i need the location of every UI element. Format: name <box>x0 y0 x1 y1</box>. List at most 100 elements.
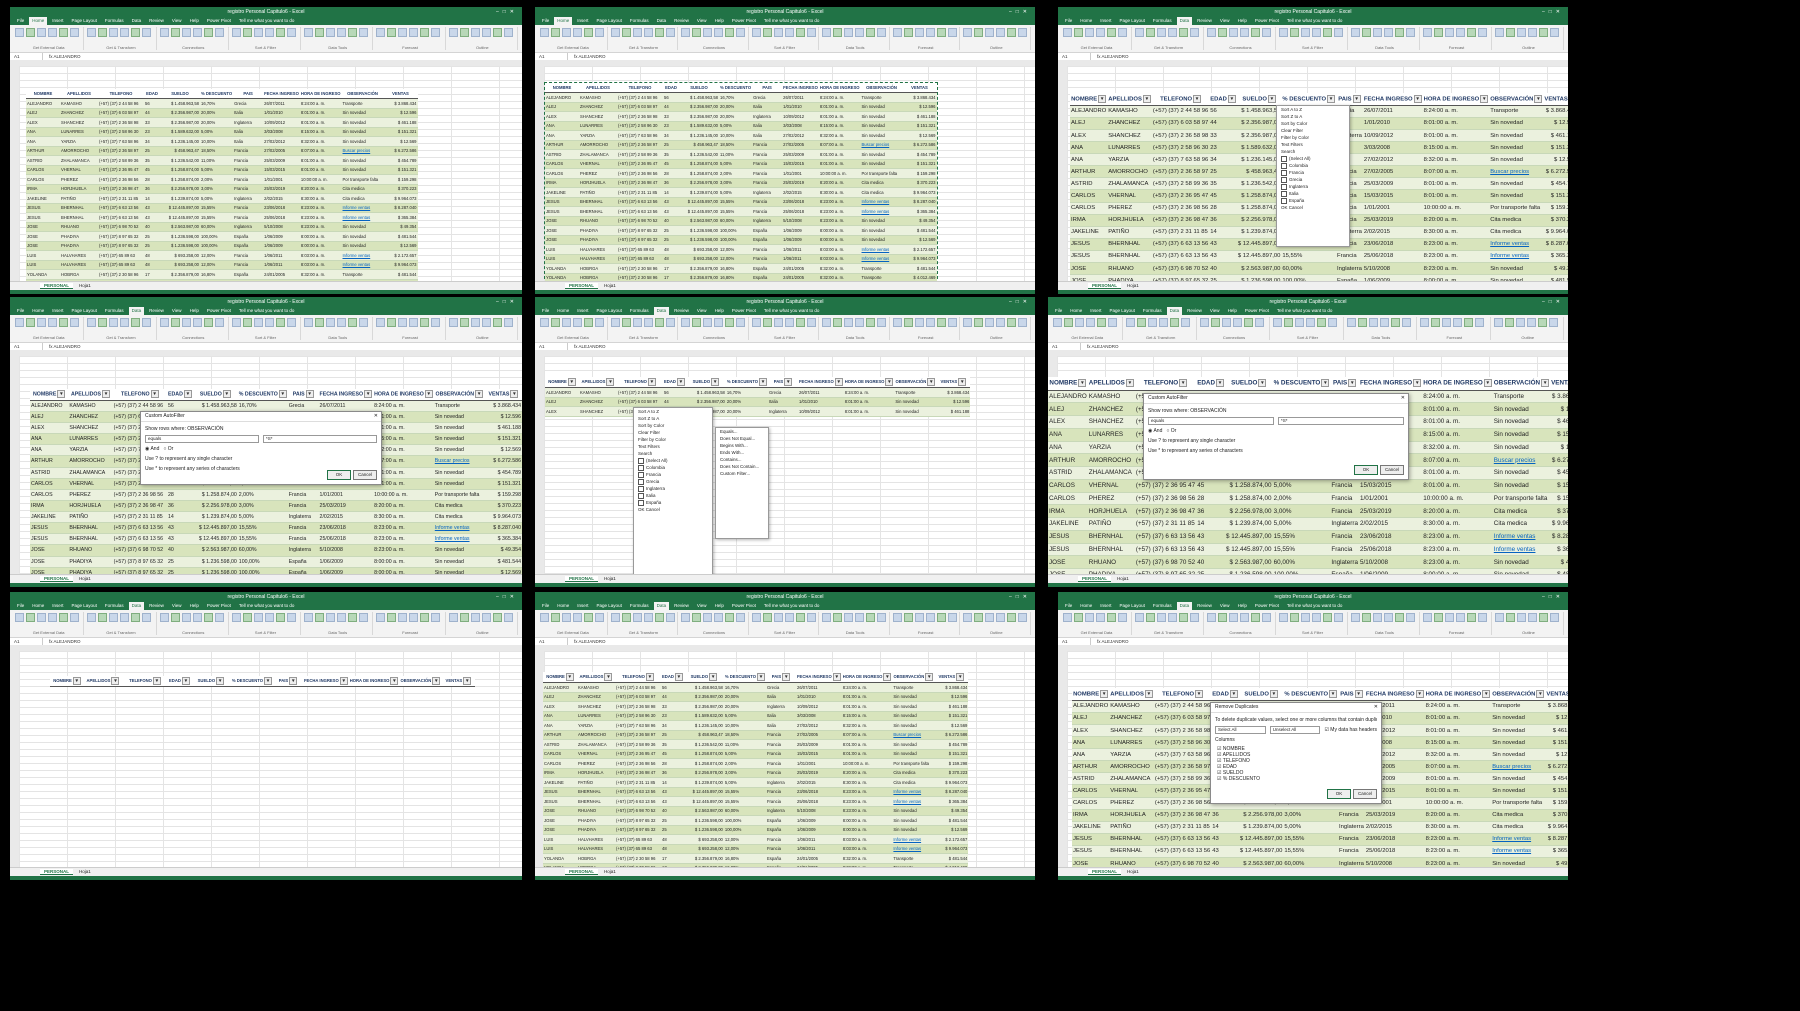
table-cell[interactable]: $ 9.964.073 <box>934 844 969 854</box>
table-cell[interactable]: $ 9.964.073 <box>934 777 969 788</box>
table-cell[interactable]: $ 6.272.586 <box>1543 165 1568 179</box>
ribbon-command-icon[interactable] <box>376 28 386 37</box>
table-cell[interactable]: Sin novedad <box>1491 748 1546 762</box>
table-cell[interactable]: (+57) (37) 2 58 96 30 <box>98 127 144 137</box>
sheet-tab-hoja1[interactable]: Hoja1 <box>1123 283 1143 288</box>
table-cell[interactable]: 3,00% <box>200 184 234 194</box>
table-cell[interactable]: 1/01/2010 <box>795 692 842 702</box>
ribbon-command-icon[interactable] <box>492 318 502 327</box>
table-cell[interactable]: ARTHUR <box>545 140 579 150</box>
filter-dropdown-icon[interactable]: ▾ <box>1179 379 1188 388</box>
ribbon-command-icon[interactable] <box>963 318 973 327</box>
table-cell[interactable]: 24/01/2005 <box>263 269 300 280</box>
table-cell[interactable]: (+57) (37) 2 36 58 97 <box>1153 760 1212 774</box>
table-cell[interactable]: LUIS <box>545 244 579 255</box>
tab-help[interactable]: Help <box>1235 602 1250 610</box>
filter-menu-item[interactable]: Sort A to Z <box>1277 106 1349 113</box>
formula-input[interactable]: fx ALEJANDRO <box>1097 54 1129 59</box>
table-cell[interactable]: Sin novedad <box>1492 479 1551 493</box>
header-edad[interactable]: EDAD ▾ <box>661 672 684 683</box>
table-row[interactable]: LUISHALVHARES(+57) (37) 65 89 6348$ 693.… <box>26 260 418 270</box>
table-cell[interactable]: 16,80% <box>723 853 766 864</box>
table-cell[interactable]: JESUS <box>1070 238 1108 251</box>
submenu-item[interactable]: Contains... <box>716 456 768 463</box>
table-cell[interactable]: (+57) (37) 65 89 63 <box>98 250 144 261</box>
table-cell[interactable]: HALVHARES <box>579 254 617 264</box>
ribbon-command-icon[interactable] <box>431 28 441 37</box>
tab-review[interactable]: Review <box>1194 17 1215 25</box>
ribbon-command-icon[interactable] <box>1351 613 1360 622</box>
ribbon-command-icon[interactable] <box>1351 28 1360 37</box>
table-cell[interactable]: JOSE <box>543 815 577 826</box>
table-cell[interactable]: JAKELINE <box>1072 821 1110 834</box>
table-cell[interactable]: (+57) (37) 6 98 70 52 <box>1134 555 1197 569</box>
table-cell[interactable]: Informe ventas <box>1489 250 1544 264</box>
filter-menu-item[interactable]: Sort Z to A <box>1277 113 1349 120</box>
table-cell[interactable]: BHERNHAL <box>1087 530 1135 544</box>
table-cell[interactable]: ZHALAMANCA <box>60 155 98 166</box>
ribbon-command-icon[interactable] <box>26 318 35 327</box>
header-ventas[interactable]: VENTAS▾ <box>1545 688 1568 701</box>
table-cell[interactable]: Sin novedad <box>1489 129 1544 143</box>
table-cell[interactable]: 26/07/2011 <box>782 92 819 103</box>
header-apellidos[interactable]: APELLIDOS ▾ <box>68 389 113 401</box>
table-cell[interactable]: 1/06/2009 <box>795 815 842 826</box>
operator-select[interactable]: equals <box>145 434 259 443</box>
table-cell[interactable]: ASTRID <box>543 739 577 750</box>
table-cell[interactable]: 2/02/2015 <box>1362 226 1423 239</box>
table-cell[interactable]: $ 2.563.987,00 <box>1236 262 1282 276</box>
filter-dropdown-icon[interactable]: ▾ <box>101 390 110 399</box>
ribbon-command-icon[interactable] <box>562 28 571 37</box>
table-cell[interactable]: ALEX <box>545 111 579 122</box>
ribbon-command-icon[interactable] <box>1467 613 1476 622</box>
ribbon-command-icon[interactable] <box>1290 613 1299 622</box>
table-cell[interactable]: PATIÑO <box>1109 821 1154 834</box>
table-cell[interactable]: Transporte <box>341 98 384 109</box>
tab-help[interactable]: Help <box>1235 17 1250 25</box>
filter-dropdown-icon[interactable]: ▾ <box>150 390 159 399</box>
ribbon-command-icon[interactable] <box>231 318 241 327</box>
table-cell[interactable]: 27/02/2012 <box>795 720 842 731</box>
header-nombre[interactable]: NOMBRE <box>545 83 579 93</box>
table-cell[interactable]: (+57) (37) 2 44 58 96 <box>615 682 661 693</box>
table-cell[interactable]: JOSE <box>545 216 579 226</box>
table-cell[interactable]: PHADIYA <box>577 825 615 835</box>
table-cell[interactable]: 3/03/2008 <box>263 127 300 137</box>
ribbon-command-icon[interactable] <box>985 613 995 622</box>
table-cell[interactable]: $ 2.356.879,00 <box>160 269 200 280</box>
table-cell[interactable]: $ 1.589.632,00 <box>160 127 200 137</box>
table-cell[interactable]: 8:23:00 a. m. <box>299 212 342 223</box>
table-cell[interactable]: 2/02/2015 <box>1364 821 1425 834</box>
filter-dropdown-icon[interactable]: ▾ <box>1229 689 1238 698</box>
table-cell[interactable]: 8:01:00 a. m. <box>1422 129 1490 143</box>
table-cell[interactable]: (+57) (37) 2 36 95 47 <box>615 749 661 759</box>
table-cell[interactable]: 5/10/2008 <box>1358 555 1423 569</box>
ribbon-command-icon[interactable] <box>1170 318 1180 327</box>
ribbon-command-icon[interactable] <box>203 28 213 37</box>
table-cell[interactable]: $ 2.256.978,00 <box>1225 504 1273 518</box>
table-cell[interactable]: $ 454.789 <box>934 739 969 750</box>
table-cell[interactable]: RHUANO <box>1107 262 1152 276</box>
table-cell[interactable]: ALEJ <box>30 411 69 424</box>
table-cell[interactable]: Italia <box>233 136 264 147</box>
table-cell[interactable]: Francia <box>233 146 264 156</box>
table-cell[interactable]: $ 3.868.434 <box>484 400 522 412</box>
ribbon-command-icon[interactable] <box>326 613 336 622</box>
table-row[interactable]: ALEXSHANCHEZ(+57) (37) 2 36 58 9833$ 2.3… <box>545 111 937 122</box>
ribbon-command-icon[interactable] <box>203 613 213 622</box>
ribbon-command-icon[interactable] <box>632 28 642 37</box>
table-cell[interactable]: Francia <box>765 796 796 807</box>
table-cell[interactable]: ZHANCHEZ <box>68 411 113 424</box>
table-cell[interactable]: Sin novedad <box>1492 555 1551 569</box>
ribbon-command-icon[interactable] <box>1550 28 1559 37</box>
table-cell[interactable]: Inglaterra <box>287 511 319 524</box>
table-cell[interactable]: $ 1.239.874,00 <box>192 511 238 524</box>
ribbon-command-icon[interactable] <box>98 28 108 37</box>
ribbon-command-icon[interactable] <box>681 28 691 37</box>
header-fecha-ingreso[interactable]: FECHA INGRESO ▾ <box>302 676 349 687</box>
table-cell[interactable]: $ 6.272.586 <box>383 146 418 156</box>
table-cell[interactable]: 26/07/2011 <box>263 98 300 109</box>
table-cell[interactable]: 25 <box>661 730 684 740</box>
table-cell[interactable]: $ 12.445.897,00 <box>1236 238 1282 251</box>
ribbon-command-icon[interactable] <box>48 28 57 37</box>
